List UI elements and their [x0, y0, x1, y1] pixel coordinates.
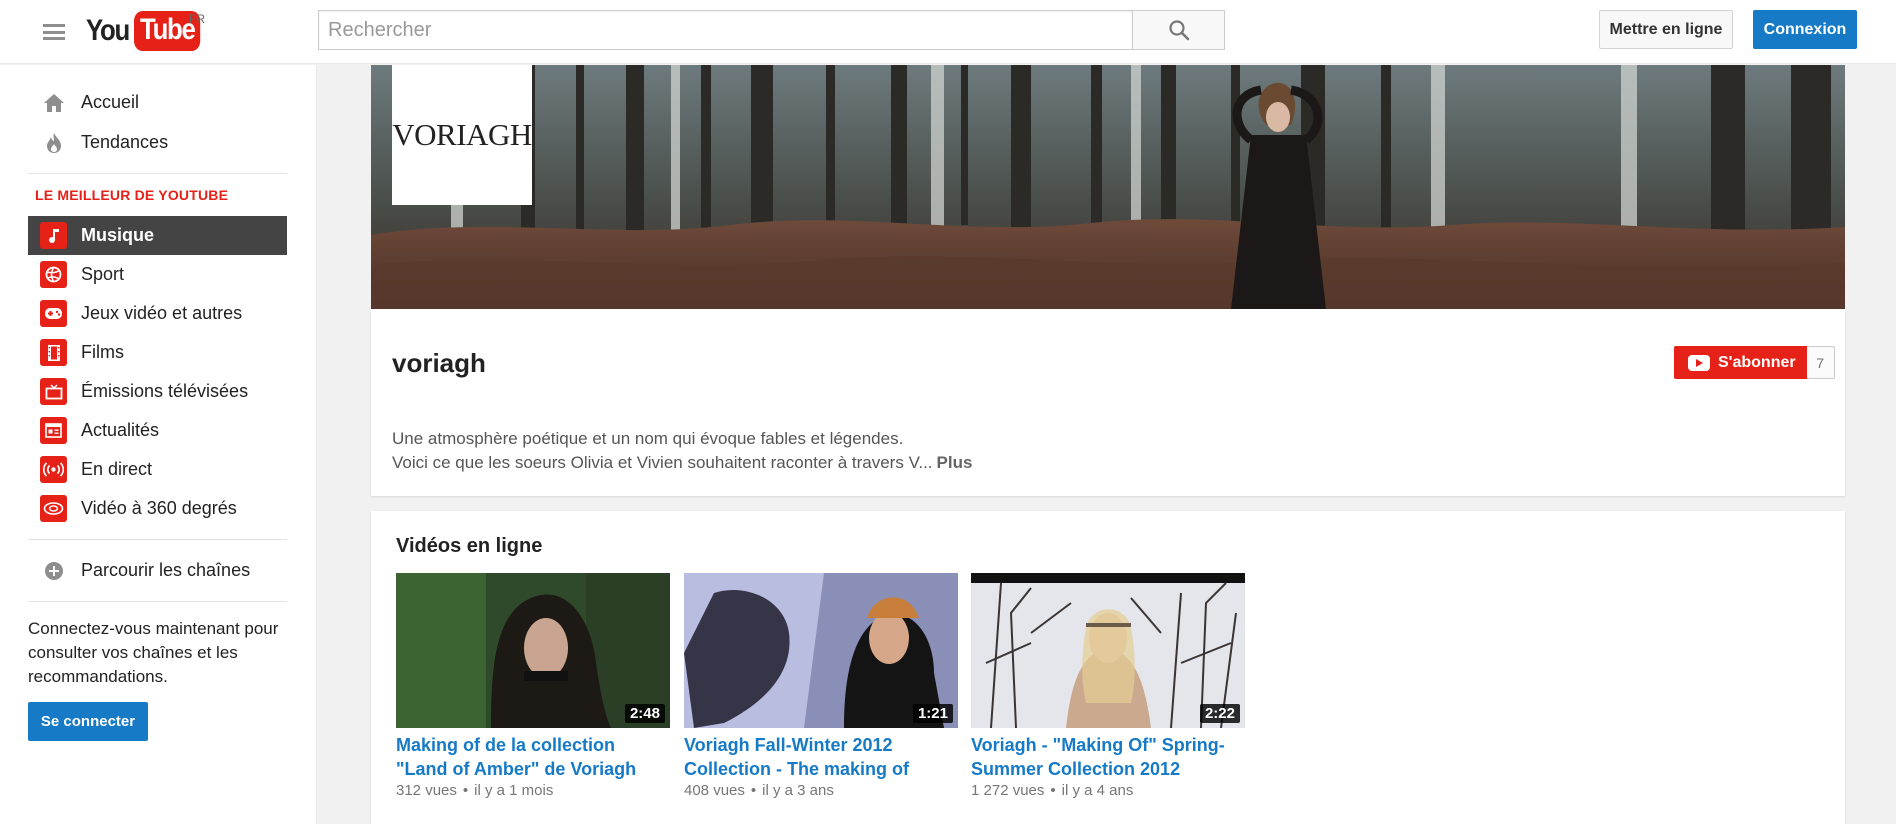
- sidebar-item-browse-channels[interactable]: Parcourir les chaînes: [28, 551, 287, 590]
- sidebar-item-label: Sport: [81, 264, 125, 284]
- video-duration: 2:48: [624, 704, 665, 723]
- video-card[interactable]: 2:48 Making of de la collection "Land of…: [396, 573, 670, 799]
- best-of-heading: LE MEILLEUR DE YOUTUBE: [35, 187, 229, 203]
- shelf-title[interactable]: Vidéos en ligne: [396, 535, 542, 558]
- youtube-play-icon: [1688, 354, 1710, 371]
- video-meta: 312 vues • il y a 1 mois: [396, 782, 670, 799]
- description-line: Une atmosphère poétique et un nom qui év…: [392, 429, 904, 448]
- subscribe-label: S'abonner: [1718, 353, 1796, 371]
- video-title[interactable]: Voriagh - "Making Of" Spring-Summer Coll…: [971, 733, 1245, 781]
- 360-icon: [40, 495, 67, 522]
- channel-banner: [371, 65, 1845, 309]
- meta-dot: •: [750, 782, 757, 799]
- search-icon: [1168, 20, 1189, 41]
- video-meta: 408 vues • il y a 3 ans: [684, 782, 958, 799]
- subscriber-count: 7: [1806, 346, 1835, 379]
- video-views: 408 vues: [684, 782, 745, 799]
- video-age: il y a 4 ans: [1061, 782, 1134, 799]
- search-button[interactable]: [1132, 10, 1225, 50]
- home-icon: [40, 89, 67, 116]
- tv-icon: [40, 378, 67, 405]
- video-thumbnail[interactable]: 1:21: [684, 573, 958, 728]
- ball-icon: [40, 261, 67, 288]
- plus-circle-icon: [40, 557, 67, 584]
- video-thumbnail[interactable]: 2:48: [396, 573, 670, 728]
- sidebar-item-label: Tendances: [81, 132, 169, 152]
- video-age: il y a 1 mois: [474, 782, 554, 799]
- flame-icon: [40, 129, 67, 156]
- meta-dot: •: [1050, 782, 1056, 799]
- description-line-2-wrap: Voici ce que les soeurs Olivia et Vivien…: [392, 451, 972, 475]
- music-note-icon: [40, 222, 67, 249]
- sidebar-item-trending[interactable]: Tendances: [28, 123, 287, 162]
- video-thumbnail[interactable]: 2:22: [971, 573, 1245, 728]
- signin-promo-button[interactable]: Se connecter: [28, 702, 148, 741]
- upload-button[interactable]: Mettre en ligne: [1599, 10, 1733, 49]
- film-icon: [40, 339, 67, 366]
- sidebar-divider: [28, 601, 287, 602]
- banner-forest-image: [371, 65, 1845, 309]
- sidebar-item-music[interactable]: Musique: [28, 216, 287, 255]
- video-views: 312 vues: [396, 782, 457, 799]
- video-duration: 2:22: [1199, 704, 1240, 723]
- video-meta: 1 272 vues • il y a 4 ans: [971, 782, 1245, 799]
- signin-button[interactable]: Connexion: [1753, 10, 1857, 49]
- gamepad-icon: [40, 300, 67, 327]
- video-age: il y a 3 ans: [762, 782, 834, 799]
- sidebar-item-label: Vidéo à 360 degrés: [81, 498, 237, 518]
- subscribe-button[interactable]: S'abonner 7: [1674, 346, 1835, 379]
- guide-sidebar: Accueil Tendances LE MEILLEUR DE YOUTUBE…: [0, 65, 317, 824]
- channel-header-card: voriagh S'abonner 7 Une atmosphère poéti…: [371, 309, 1845, 496]
- sidebar-item-label: Émissions télévisées: [81, 381, 249, 401]
- video-title[interactable]: Making of de la collection "Land of Ambe…: [396, 733, 670, 781]
- video-card[interactable]: 2:22 Voriagh - "Making Of" Spring-Summer…: [971, 573, 1245, 799]
- channel-avatar-text: VORIAGH: [392, 117, 532, 152]
- channel-description: Une atmosphère poétique et un nom qui év…: [392, 427, 972, 475]
- search-input[interactable]: [318, 10, 1132, 50]
- sidebar-item-tv-shows[interactable]: Émissions télévisées: [28, 372, 287, 411]
- description-more-link[interactable]: Plus: [937, 453, 973, 472]
- masthead: You Tube FR Mettre en ligne Connexion: [0, 0, 1896, 64]
- sidebar-item-label: Films: [81, 342, 124, 362]
- region-code: FR: [189, 12, 205, 26]
- logo-you-text: You: [86, 14, 130, 47]
- sidebar-item-360-video[interactable]: Vidéo à 360 degrés: [28, 489, 287, 528]
- meta-dot: •: [462, 782, 469, 799]
- sidebar-item-label: Parcourir les chaînes: [81, 560, 251, 580]
- sidebar-item-films[interactable]: Films: [28, 333, 287, 372]
- sidebar-item-label: Actualités: [81, 420, 160, 440]
- sidebar-item-label: Jeux vidéo et autres: [81, 303, 243, 323]
- live-icon: [40, 456, 67, 483]
- sidebar-item-label: Accueil: [81, 92, 140, 112]
- sidebar-divider: [28, 173, 287, 174]
- sidebar-item-gaming[interactable]: Jeux vidéo et autres: [28, 294, 287, 333]
- sidebar-item-sport[interactable]: Sport: [28, 255, 287, 294]
- video-views: 1 272 vues: [971, 782, 1045, 799]
- uploads-shelf: Vidéos en ligne 2:48 Making of de la col…: [371, 511, 1845, 824]
- subscribe-button-label-wrap[interactable]: S'abonner: [1674, 346, 1807, 379]
- sidebar-item-label: En direct: [81, 459, 153, 479]
- hamburger-menu-icon[interactable]: [40, 20, 68, 44]
- signin-promo-text: Connectez-vous maintenant pour consulter…: [28, 619, 279, 686]
- news-icon: [40, 417, 67, 444]
- search-form: [318, 10, 1225, 50]
- sidebar-item-home[interactable]: Accueil: [28, 83, 287, 122]
- sidebar-item-label: Musique: [81, 225, 155, 245]
- channel-avatar[interactable]: VORIAGH: [392, 65, 532, 205]
- video-card[interactable]: 1:21 Voriagh Fall-Winter 2012 Collection…: [684, 573, 958, 799]
- sidebar-item-news[interactable]: Actualités: [28, 411, 287, 450]
- description-line: Voici ce que les soeurs Olivia et Vivien…: [392, 453, 933, 472]
- video-title[interactable]: Voriagh Fall-Winter 2012 Collection - Th…: [684, 733, 958, 781]
- sidebar-item-live[interactable]: En direct: [28, 450, 287, 489]
- sidebar-divider: [28, 539, 287, 540]
- channel-title[interactable]: voriagh: [392, 348, 486, 379]
- video-duration: 1:21: [912, 704, 953, 723]
